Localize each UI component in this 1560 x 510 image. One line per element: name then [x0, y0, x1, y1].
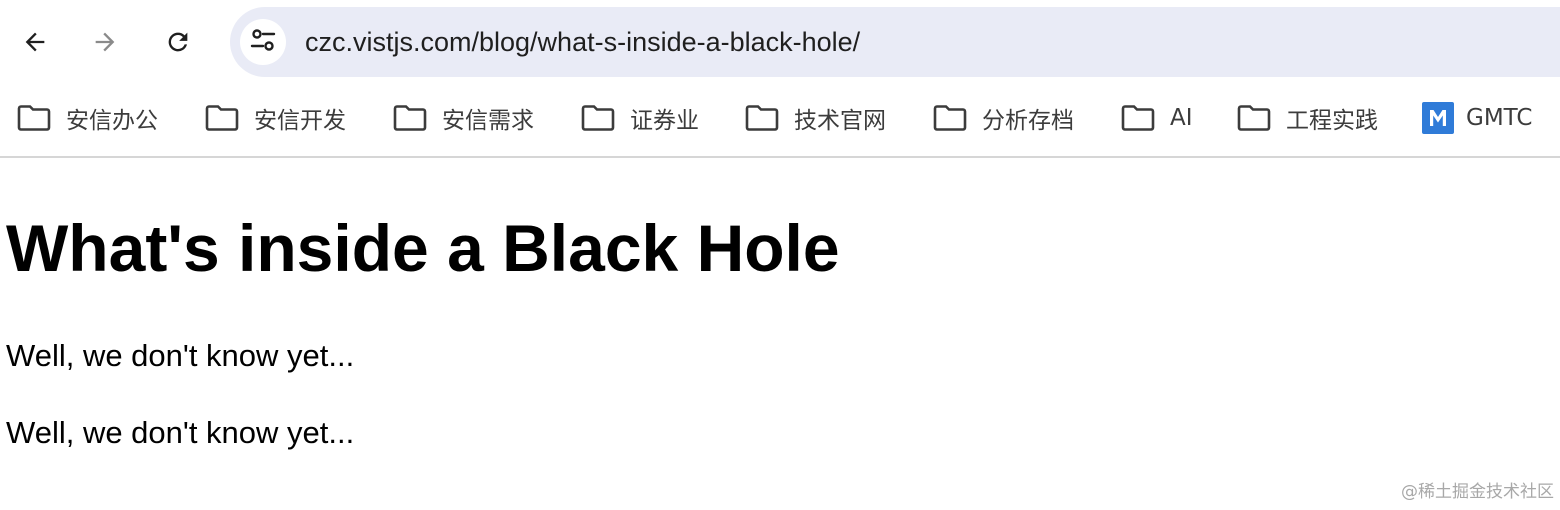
bookmarks-bar: 安信办公 安信开发 安信需求 证券业 技术官网 分析存档 AI 工程实践 GMT… — [0, 84, 1560, 158]
bookmark-label: 安信需求 — [442, 108, 534, 134]
paragraph: Well, we don't know yet... — [6, 338, 355, 373]
bookmark-folder-ai[interactable]: AI — [1120, 98, 1193, 138]
bookmark-label: AI — [1170, 105, 1193, 131]
reload-button[interactable] — [156, 20, 200, 64]
reload-icon — [164, 28, 192, 56]
page-title: What's inside a Black Hole — [6, 211, 840, 285]
bookmark-label: 安信办公 — [66, 108, 158, 134]
bookmark-folder-anxin-office[interactable]: 安信办公 — [16, 98, 158, 138]
folder-icon — [744, 103, 780, 133]
bookmark-label: 证券业 — [630, 108, 699, 134]
folder-icon — [1120, 103, 1156, 133]
address-bar[interactable]: czc.vistjs.com/blog/what-s-inside-a-blac… — [230, 7, 1560, 77]
tune-icon — [248, 25, 278, 60]
bookmark-label: GMTC — [1466, 105, 1533, 131]
folder-icon — [580, 103, 616, 133]
folder-icon — [204, 103, 240, 133]
paragraph: Well, we don't know yet... — [6, 415, 355, 450]
page-content: What's inside a Black Hole Well, we don'… — [0, 158, 1560, 510]
bookmark-label: 安信开发 — [254, 108, 346, 134]
bookmark-folder-engineering[interactable]: 工程实践 — [1236, 98, 1378, 138]
bookmark-label: 技术官网 — [794, 108, 886, 134]
bookmark-label: 分析存档 — [982, 108, 1074, 134]
bookmark-folder-anxin-requirements[interactable]: 安信需求 — [392, 98, 534, 138]
folder-icon — [16, 103, 52, 133]
bookmark-folder-tech-sites[interactable]: 技术官网 — [744, 98, 886, 138]
folder-icon — [1236, 103, 1272, 133]
bookmark-folder-securities[interactable]: 证券业 — [580, 98, 699, 138]
bookmark-gmtc[interactable]: GMTC — [1422, 98, 1532, 138]
arrow-left-icon — [21, 28, 49, 56]
forward-button[interactable] — [83, 20, 127, 64]
watermark: @稀土掘金技术社区 — [1401, 482, 1554, 502]
folder-icon — [392, 103, 428, 133]
bookmark-folder-analysis-archive[interactable]: 分析存档 — [932, 98, 1074, 138]
site-info-button[interactable] — [240, 19, 286, 65]
arrow-right-icon — [91, 28, 119, 56]
url-text[interactable]: czc.vistjs.com/blog/what-s-inside-a-blac… — [305, 24, 860, 60]
bookmark-label: 工程实践 — [1286, 108, 1378, 134]
folder-icon — [932, 103, 968, 133]
gmtc-logo-icon — [1422, 102, 1454, 134]
bookmark-folder-anxin-dev[interactable]: 安信开发 — [204, 98, 346, 138]
back-button[interactable] — [13, 20, 57, 64]
browser-toolbar: czc.vistjs.com/blog/what-s-inside-a-blac… — [0, 0, 1560, 84]
